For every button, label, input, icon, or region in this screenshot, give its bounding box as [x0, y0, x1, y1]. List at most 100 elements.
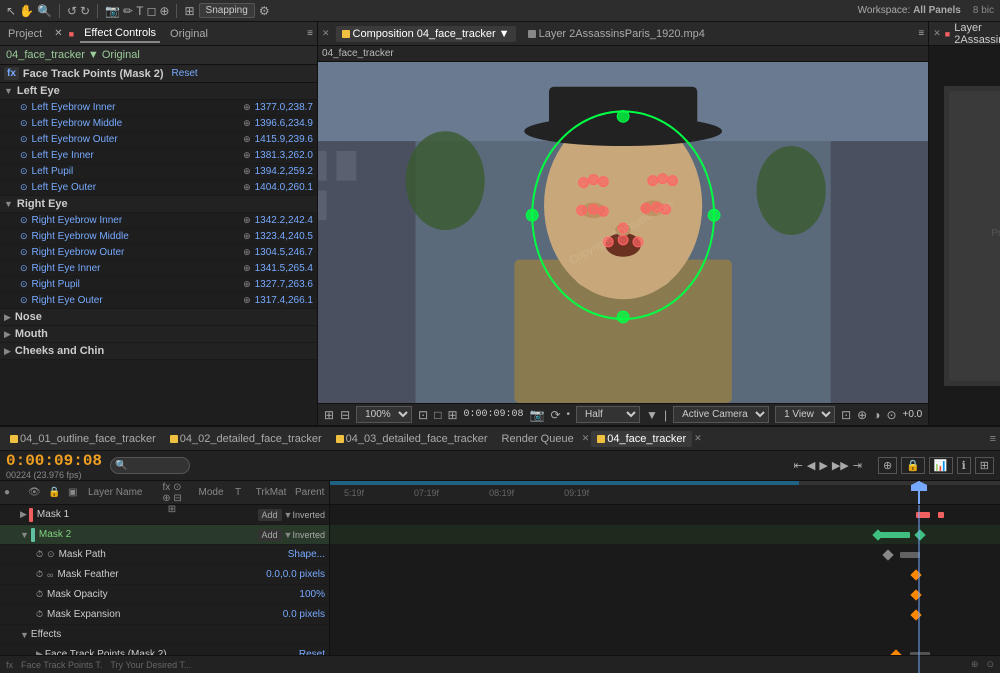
panel-menu-icon[interactable]: ≡ — [307, 28, 313, 39]
tl-mask2-mode-arrow[interactable]: ▼ — [284, 530, 293, 540]
comp-exposure-icon[interactable]: ◑ — [873, 408, 880, 422]
track-right-pupil[interactable]: ⊙ Right Pupil ⊕ 1327.7,263.6 — [0, 277, 317, 293]
group-mouth[interactable]: ▶ Mouth — [0, 326, 317, 343]
project-tab-close[interactable]: ✕ — [54, 28, 62, 39]
text-tool-icon[interactable]: T — [136, 4, 143, 18]
comp-viewer[interactable]: Copyright 3DStudio.com — [318, 62, 928, 403]
tl-keyframe-area[interactable]: 5:19f 07:19f 08:19f 09:19f — [330, 481, 1000, 673]
tab-tl-02[interactable]: 04_02_detailed_face_tracker — [164, 431, 328, 447]
zoom-select[interactable]: 100% 50% 200% — [356, 406, 412, 423]
track-right-eyebrow-outer[interactable]: ⊙ Right Eyebrow Outer ⊕ 1304.5,246.7 — [0, 245, 317, 261]
tl-layer-mask2[interactable]: ▼ Mask 2 Add ▼ Inverted — [0, 525, 329, 545]
comp-region-icon[interactable]: □ — [434, 408, 441, 422]
comp-grid-icon[interactable]: ⊞ — [447, 408, 457, 422]
tl-prev-frame[interactable]: ◀ — [807, 459, 815, 472]
comp-channels-icon[interactable]: ⊕ — [857, 408, 867, 422]
track-right-eyebrow-middle[interactable]: ⊙ Right Eyebrow Middle ⊕ 1323.4,240.5 — [0, 229, 317, 245]
comp-panel-menu[interactable]: ≡ — [918, 28, 924, 39]
right-close-icon[interactable]: ✕ — [933, 28, 941, 39]
fx-effect-name[interactable]: Face Track Points (Mask 2) — [23, 68, 164, 80]
comp-sync-icon[interactable]: ⟳ — [550, 408, 560, 422]
tl-mask-opacity-value[interactable]: 100% — [299, 589, 325, 600]
tab-original[interactable]: Original — [166, 26, 212, 42]
track-left-eyebrow-inner[interactable]: ⊙ Left Eyebrow Inner ⊕ 1377.0,238.7 — [0, 100, 317, 116]
comp-tab-close-left[interactable]: ✕ — [322, 28, 330, 39]
tab-tl-04[interactable]: 04_face_tracker — [591, 431, 692, 447]
comp-camera-icon[interactable]: 📷 — [530, 408, 545, 422]
arrow-tool-icon[interactable]: ↖ — [6, 4, 16, 18]
tl-mask1-mode[interactable]: Add — [258, 509, 282, 521]
comp-tool-1[interactable]: ⊞ — [324, 408, 334, 422]
tl-solo-btn[interactable]: ⊕ — [878, 457, 897, 474]
snapping-button[interactable]: Snapping — [199, 3, 255, 18]
view-select[interactable]: Active Camera — [673, 406, 769, 423]
comp-fit-icon[interactable]: ⊡ — [418, 408, 428, 422]
tab-tl-03[interactable]: 04_03_detailed_face_tracker — [330, 431, 494, 447]
tl-layer-mask-path[interactable]: ⏱ ⊙ Mask Path Shape... — [0, 545, 329, 565]
tab-project[interactable]: Project — [4, 26, 46, 42]
tl-mask1-mode-arrow[interactable]: ▼ — [284, 510, 293, 520]
tl-search-input[interactable] — [110, 457, 190, 474]
track-right-eye-inner[interactable]: ⊙ Right Eye Inner ⊕ 1341.5,265.4 — [0, 261, 317, 277]
tab-composition-04[interactable]: Composition 04_face_tracker ▼ — [336, 26, 516, 42]
track-left-pupil[interactable]: ⊙ Left Pupil ⊕ 1394.2,259.2 — [0, 164, 317, 180]
tl-shuttle-left[interactable]: ⇤ — [794, 459, 803, 472]
group-right-eye[interactable]: ▼ Right Eye — [0, 196, 317, 213]
track-left-eye-inner[interactable]: ⊙ Left Eye Inner ⊕ 1381.3,262.0 — [0, 148, 317, 164]
track-left-eyebrow-outer[interactable]: ⊙ Left Eyebrow Outer ⊕ 1415.9,239.6 — [0, 132, 317, 148]
align-icon[interactable]: ⊞ — [184, 4, 194, 18]
tl-lock-btn[interactable]: 🔒 — [901, 457, 925, 474]
view-count-select[interactable]: 1 View — [775, 406, 835, 423]
tl-mask-expansion-value[interactable]: 0.0 pixels — [283, 609, 325, 620]
tl-next-frame[interactable]: ▶▶ — [832, 459, 849, 472]
redo-icon[interactable]: ↻ — [80, 4, 90, 18]
tl-panel-menu[interactable]: ≡ — [990, 433, 996, 445]
tl-effects-expand[interactable]: ▼ — [20, 630, 29, 640]
quality-select[interactable]: Half Full Quarter — [576, 406, 640, 423]
tl-mask-feather-value[interactable]: 0.0,0.0 pixels — [266, 569, 325, 580]
group-nose[interactable]: ▶ Nose — [0, 309, 317, 326]
status-icon-1[interactable]: ⊕ — [971, 659, 979, 670]
tl-04-close[interactable]: ✕ — [694, 433, 702, 444]
camera-icon[interactable]: 📷 — [105, 4, 120, 18]
fx-reset-button[interactable]: Reset — [172, 68, 198, 79]
hand-tool-icon[interactable]: ✋ — [19, 4, 34, 18]
comp-color-icon[interactable]: ⊙ — [886, 408, 896, 422]
tl-play[interactable]: ▶ — [819, 459, 827, 472]
status-icon-2[interactable]: ⊙ — [986, 659, 994, 670]
tl-layer-mask-opacity[interactable]: ⏱ Mask Opacity 100% — [0, 585, 329, 605]
track-left-eye-outer[interactable]: ⊙ Left Eye Outer ⊕ 1404.0,260.1 — [0, 180, 317, 196]
tl-mask1-expand[interactable]: ▶ — [20, 509, 27, 520]
snapping-options-icon[interactable]: ⚙ — [259, 4, 270, 18]
shape-tool-icon[interactable]: ◻ — [146, 4, 156, 18]
tl-layer-mask-expansion[interactable]: ⏱ Mask Expansion 0.0 pixels — [0, 605, 329, 625]
pen-tool-icon[interactable]: ✏ — [123, 4, 133, 18]
tl-shuttle-right[interactable]: ⇥ — [853, 459, 862, 472]
render-queue-close[interactable]: ✕ — [582, 433, 590, 444]
group-left-eye[interactable]: ▼ Left Eye — [0, 83, 317, 100]
comp-view-icon[interactable]: ⊡ — [841, 408, 851, 422]
tl-mask2-mode[interactable]: Add — [258, 529, 282, 541]
tl-render-btn[interactable]: ⊞ — [975, 457, 994, 474]
track-right-eye-outer[interactable]: ⊙ Right Eye Outer ⊕ 1317.4,266.1 — [0, 293, 317, 309]
tl-layer-effects[interactable]: ▼ Effects — [0, 625, 329, 645]
tl-timecode[interactable]: 0:00:09:08 — [6, 452, 102, 470]
tl-mask-path-value[interactable]: Shape... — [288, 549, 325, 560]
puppet-tool-icon[interactable]: ⊕ — [159, 4, 169, 18]
track-right-eyebrow-inner[interactable]: ⊙ Right Eyebrow Inner ⊕ 1342.2,242.4 — [0, 213, 317, 229]
group-cheeks[interactable]: ▶ Cheeks and Chin — [0, 343, 317, 360]
undo-icon[interactable]: ↺ — [67, 4, 77, 18]
zoom-tool-icon[interactable]: 🔍 — [37, 4, 52, 18]
tab-render-queue[interactable]: Render Queue — [496, 431, 580, 447]
comp-tool-2[interactable]: ⊟ — [340, 408, 350, 422]
tl-layer-mask-feather[interactable]: ⏱ ∞ Mask Feather 0.0,0.0 pixels — [0, 565, 329, 585]
tab-layer-assassins[interactable]: Layer 2AssassinsParis_1920.mp4 — [522, 26, 711, 42]
tl-mask2-expand[interactable]: ▼ — [20, 530, 29, 540]
tl-graph-btn[interactable]: 📊 — [929, 457, 953, 474]
tab-effect-controls[interactable]: Effect Controls — [80, 25, 160, 43]
track-left-eyebrow-middle[interactable]: ⊙ Left Eyebrow Middle ⊕ 1396.6,234.9 — [0, 116, 317, 132]
bit-depth-label[interactable]: 8 bic — [973, 5, 994, 16]
tl-info-btn[interactable]: ℹ — [957, 457, 971, 474]
tab-tl-01[interactable]: 04_01_outline_face_tracker — [4, 431, 162, 447]
comp-quality-icon[interactable]: ▼ — [646, 408, 658, 422]
